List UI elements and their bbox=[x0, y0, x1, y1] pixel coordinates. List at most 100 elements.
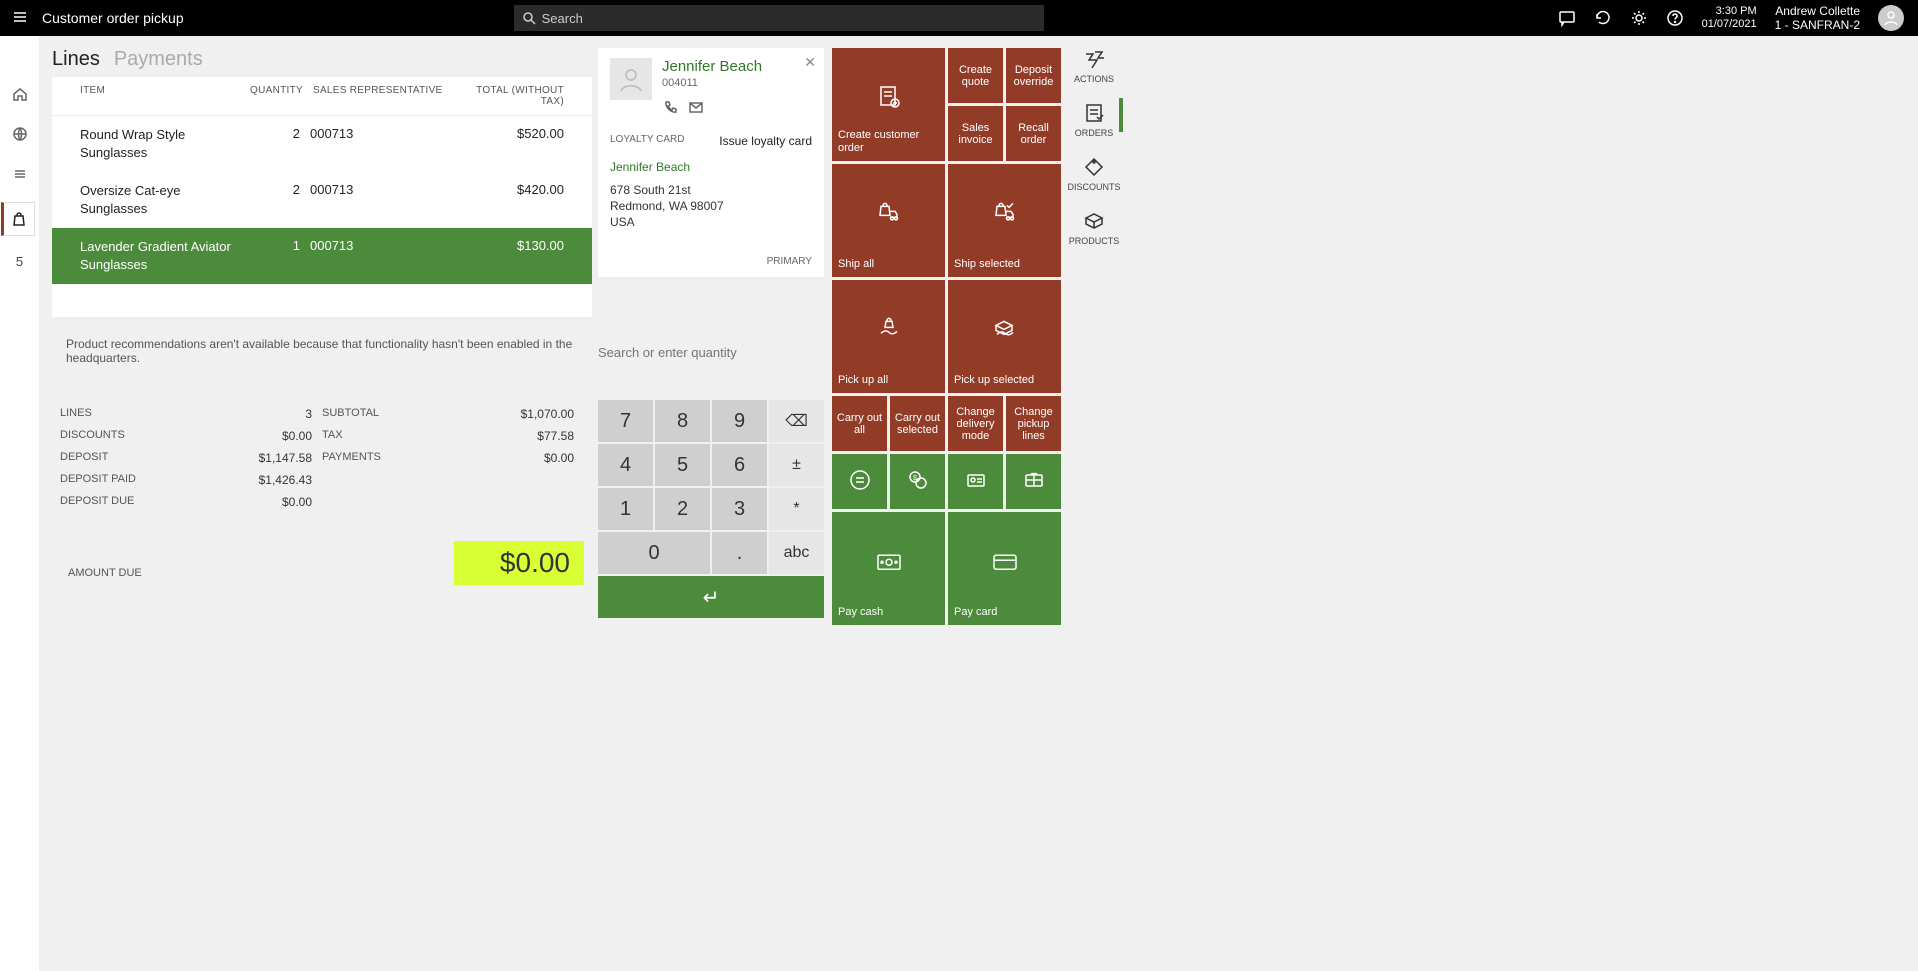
tile-pay-card[interactable]: Pay card bbox=[948, 512, 1061, 625]
key-8[interactable]: 8 bbox=[655, 400, 710, 442]
deposit-due-val: $0.00 bbox=[186, 495, 312, 509]
menu-icon[interactable] bbox=[8, 9, 32, 28]
tile-pickup-all[interactable]: Pick up all bbox=[832, 280, 945, 393]
addr-line2: Redmond, WA 98007 bbox=[610, 198, 812, 214]
tile-create-customer-order[interactable]: Create customer order bbox=[832, 48, 945, 161]
deposit-paid-label: DEPOSIT PAID bbox=[60, 473, 186, 487]
search-icon bbox=[522, 11, 536, 25]
totals-section: LINES3 DISCOUNTS$0.00 DEPOSIT$1,147.58 D… bbox=[52, 395, 592, 585]
addr-line1: 678 South 21st bbox=[610, 182, 812, 198]
amount-due-value: $0.00 bbox=[454, 541, 584, 585]
mail-icon[interactable] bbox=[688, 99, 704, 118]
col-total: TOTAL (WITHOUT TAX) bbox=[453, 85, 564, 107]
side-label: ORDERS bbox=[1075, 128, 1114, 138]
main-area: Lines Payments ITEM QUANTITY SALES REPRE… bbox=[40, 36, 1918, 971]
user-store: 1 - SANFRAN-2 bbox=[1775, 18, 1860, 32]
card-icon bbox=[992, 552, 1018, 576]
tile-pickup-selected[interactable]: Pick up selected bbox=[948, 280, 1061, 393]
key-0[interactable]: 0 bbox=[598, 532, 710, 574]
key-enter[interactable]: ↵ bbox=[598, 576, 824, 618]
avatar[interactable] bbox=[1878, 5, 1904, 31]
tile-carry-out-selected[interactable]: Carry out selected bbox=[890, 396, 945, 451]
rail-count: 5 bbox=[16, 254, 23, 269]
gear-icon[interactable] bbox=[1630, 9, 1648, 27]
tile-gift-card[interactable] bbox=[1006, 454, 1061, 509]
side-orders-button[interactable]: ORDERS bbox=[1075, 102, 1114, 138]
tile-create-quote[interactable]: Create quote bbox=[948, 48, 1003, 103]
phone-icon[interactable] bbox=[662, 99, 678, 118]
row-item: Lavender Gradient Aviator Sunglasses bbox=[80, 238, 250, 274]
side-actions-button[interactable]: ACTIONS bbox=[1074, 48, 1114, 84]
lines-section: Lines Payments ITEM QUANTITY SALES REPRE… bbox=[52, 48, 592, 959]
chat-icon[interactable] bbox=[1558, 9, 1576, 27]
tile-deposit-override[interactable]: Deposit override bbox=[1006, 48, 1061, 103]
tile-carry-out-all[interactable]: Carry out all bbox=[832, 396, 887, 451]
key-1[interactable]: 1 bbox=[598, 488, 653, 530]
customer-name[interactable]: Jennifer Beach bbox=[662, 58, 762, 75]
tile-currency[interactable]: $ bbox=[890, 454, 945, 509]
tile-id-card[interactable] bbox=[948, 454, 1003, 509]
tile-change-pickup-lines[interactable]: Change pickup lines bbox=[1006, 396, 1061, 451]
key-plusminus[interactable]: ± bbox=[769, 444, 824, 486]
home-icon[interactable] bbox=[8, 82, 32, 106]
side-label: DISCOUNTS bbox=[1068, 182, 1121, 192]
row-item: Round Wrap Style Sunglasses bbox=[80, 126, 250, 162]
subtotal-label: SUBTOTAL bbox=[322, 407, 448, 421]
address-block: 678 South 21st Redmond, WA 98007 USA bbox=[610, 182, 812, 230]
tile-ship-all[interactable]: Ship all bbox=[832, 164, 945, 277]
globe-icon[interactable] bbox=[8, 122, 32, 146]
tile-label: Carry out all bbox=[836, 412, 883, 436]
key-dot[interactable]: . bbox=[712, 532, 767, 574]
tax-val: $77.58 bbox=[448, 429, 574, 443]
current-transaction-icon[interactable] bbox=[1, 202, 35, 236]
lines-label: LINES bbox=[60, 407, 186, 421]
tile-recall-order[interactable]: Recall order bbox=[1006, 106, 1061, 161]
time-block: 3:30 PM 01/07/2021 bbox=[1702, 5, 1757, 31]
tile-ship-selected[interactable]: Ship selected bbox=[948, 164, 1061, 277]
tile-label: Change pickup lines bbox=[1010, 406, 1057, 442]
receipt-plus-icon bbox=[876, 84, 902, 114]
tile-equals[interactable] bbox=[832, 454, 887, 509]
quantity-search[interactable] bbox=[598, 339, 824, 366]
search-placeholder: Search bbox=[542, 11, 583, 26]
row-rep: 000713 bbox=[310, 126, 450, 162]
help-icon[interactable] bbox=[1666, 9, 1684, 27]
tab-payments[interactable]: Payments bbox=[114, 48, 203, 71]
tile-change-delivery-mode[interactable]: Change delivery mode bbox=[948, 396, 1003, 451]
side-discounts-button[interactable]: DISCOUNTS bbox=[1068, 156, 1121, 192]
search-input[interactable]: Search bbox=[514, 5, 1044, 31]
key-3[interactable]: 3 bbox=[712, 488, 767, 530]
table-row[interactable]: Oversize Cat-eye Sunglasses 2 000713 $42… bbox=[52, 172, 592, 228]
tile-label: Sales invoice bbox=[952, 122, 999, 146]
quantity-input[interactable] bbox=[598, 339, 824, 366]
key-abc[interactable]: abc bbox=[769, 532, 824, 574]
key-9[interactable]: 9 bbox=[712, 400, 767, 442]
issue-loyalty-button[interactable]: Issue loyalty card bbox=[719, 134, 812, 148]
side-action-bar: ACTIONS ORDERS DISCOUNTS PRODUCTS bbox=[1070, 48, 1118, 959]
tile-sales-invoice[interactable]: Sales invoice bbox=[948, 106, 1003, 161]
gift-card-icon bbox=[1023, 469, 1045, 495]
tile-pay-cash[interactable]: Pay cash bbox=[832, 512, 945, 625]
key-6[interactable]: 6 bbox=[712, 444, 767, 486]
refresh-icon[interactable] bbox=[1594, 9, 1612, 27]
side-label: ACTIONS bbox=[1074, 74, 1114, 84]
key-5[interactable]: 5 bbox=[655, 444, 710, 486]
time-text: 3:30 PM bbox=[1702, 5, 1757, 18]
key-backspace[interactable]: ⌫ bbox=[769, 400, 824, 442]
deposit-label: DEPOSIT bbox=[60, 451, 186, 465]
table-row[interactable]: Round Wrap Style Sunglasses 2 000713 $52… bbox=[52, 116, 592, 172]
list-icon[interactable] bbox=[8, 162, 32, 186]
key-7[interactable]: 7 bbox=[598, 400, 653, 442]
close-icon[interactable]: ✕ bbox=[804, 54, 816, 71]
address-name[interactable]: Jennifer Beach bbox=[610, 160, 812, 174]
tile-label: Pick up selected bbox=[954, 374, 1034, 387]
primary-badge: PRIMARY bbox=[610, 256, 812, 267]
tab-lines[interactable]: Lines bbox=[52, 48, 100, 71]
key-star[interactable]: * bbox=[769, 488, 824, 530]
svg-text:$: $ bbox=[913, 475, 917, 482]
side-products-button[interactable]: PRODUCTS bbox=[1069, 210, 1120, 246]
key-4[interactable]: 4 bbox=[598, 444, 653, 486]
row-qty: 2 bbox=[250, 182, 310, 218]
table-row[interactable]: Lavender Gradient Aviator Sunglasses 1 0… bbox=[52, 228, 592, 284]
key-2[interactable]: 2 bbox=[655, 488, 710, 530]
